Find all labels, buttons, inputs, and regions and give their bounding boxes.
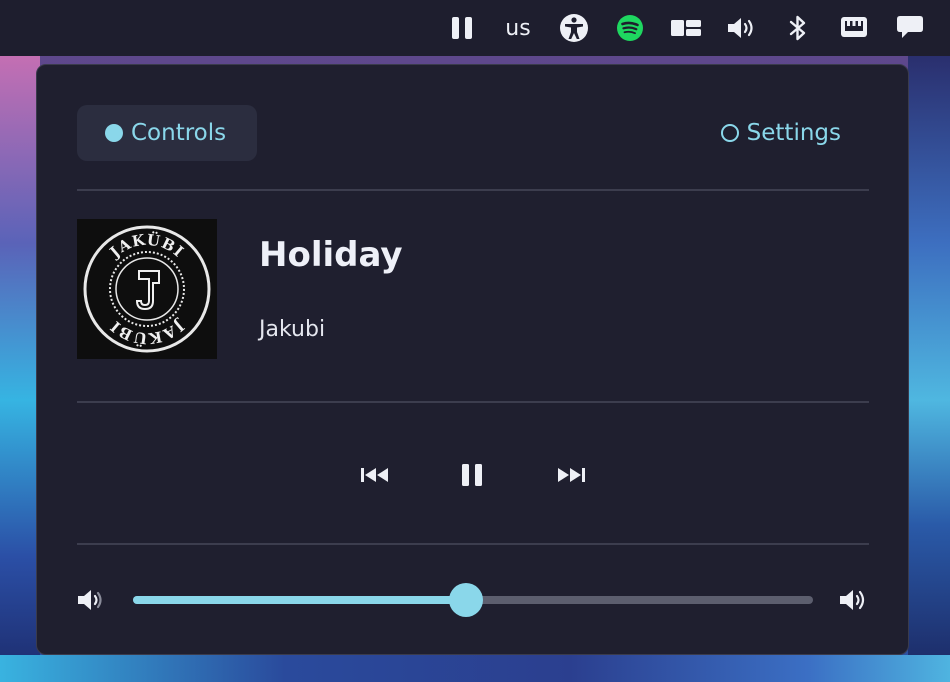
pause-icon [452,17,472,39]
spotify-icon [617,15,643,41]
tab-controls-label: Controls [131,120,227,146]
spotify-button[interactable] [602,0,658,56]
layout-button[interactable] [658,0,714,56]
volume-high-icon [840,590,865,610]
skip-previous-icon [361,468,388,482]
tab-settings[interactable]: Settings [720,105,841,161]
next-button[interactable] [551,457,591,493]
track-artist: Jakubi [259,317,326,342]
volume-down-button[interactable] [77,587,107,613]
tab-controls[interactable]: Controls [77,105,257,161]
bluetooth-button[interactable] [770,0,826,56]
notifications-button[interactable] [882,0,938,56]
play-pause-button[interactable] [452,457,492,493]
volume-icon [728,18,753,38]
previous-button[interactable] [355,457,395,493]
divider [77,401,869,403]
wallpaper-left [0,56,40,682]
volume-slider-knob[interactable] [449,583,484,617]
tab-settings-label: Settings [746,120,841,146]
volume-up-button[interactable] [839,587,869,613]
notifications-icon [897,16,923,38]
accessibility-icon [560,14,588,42]
bluetooth-icon [789,15,806,41]
volume-slider-fill [133,596,467,604]
album-cover-art: JAKÜBI JAKÜBI [83,225,211,353]
keyboard-layout-indicator[interactable]: us [490,0,546,56]
track-title: Holiday [259,235,403,275]
media-popup: Controls Settings JAKÜBI JAKÜBI Holiday [36,64,909,655]
divider [77,189,869,191]
accessibility-button[interactable] [546,0,602,56]
volume-slider[interactable] [133,583,813,617]
radio-empty-icon [720,124,739,142]
radio-filled-icon [105,124,123,142]
pause-icon [462,464,482,486]
wallpaper-bottom [0,655,950,682]
media-pause-button[interactable] [434,0,490,56]
album-cover: JAKÜBI JAKÜBI [77,219,217,359]
skip-next-icon [558,468,585,482]
network-icon [841,17,867,37]
keyboard-layout-label: us [505,15,531,41]
divider [77,543,869,545]
network-button[interactable] [826,0,882,56]
volume-button[interactable] [714,0,770,56]
volume-low-icon [78,590,102,610]
layout-icon [671,20,701,36]
wallpaper-right [908,56,950,682]
tab-bar: Controls Settings [77,105,869,161]
top-bar: us [0,0,950,56]
